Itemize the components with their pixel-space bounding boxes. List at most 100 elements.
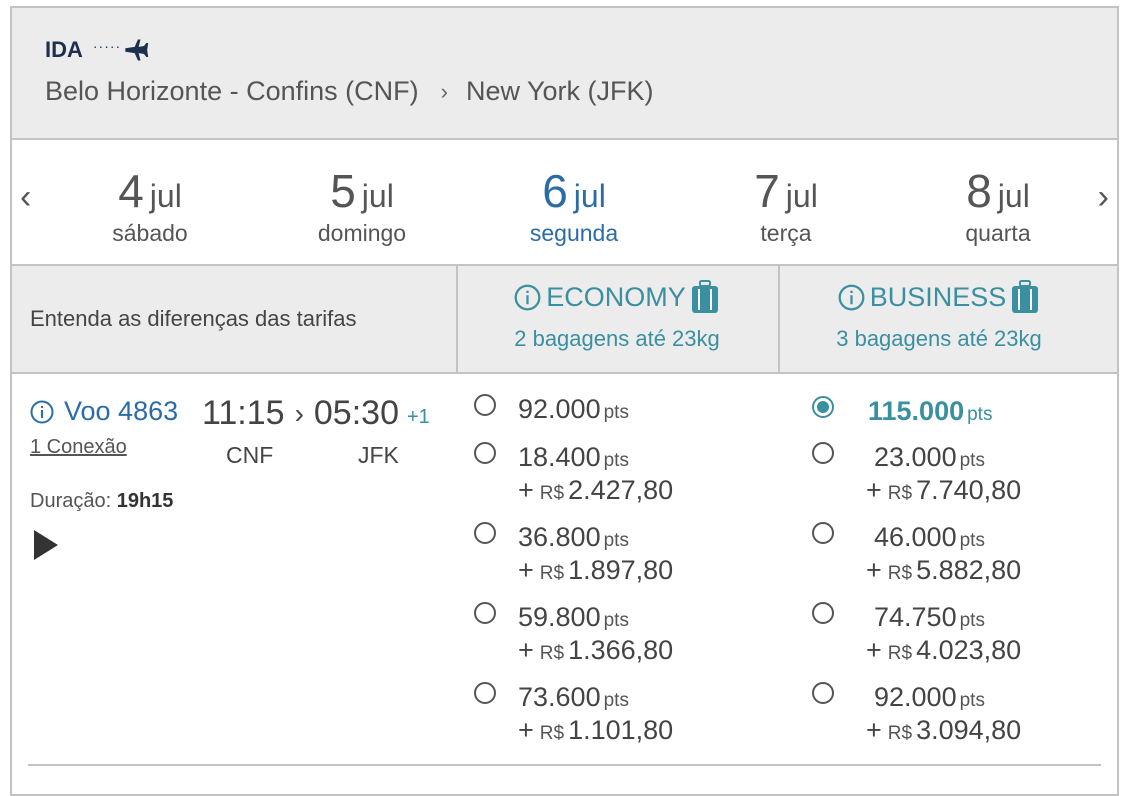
chevron-right-icon: › bbox=[294, 397, 304, 429]
flight-number: Voo 4863 bbox=[64, 396, 179, 426]
option-points: 74.750 bbox=[874, 602, 957, 632]
radio-button[interactable] bbox=[812, 442, 834, 464]
leg-indicator: IDA ····· bbox=[45, 36, 151, 64]
option-points: 23.000 bbox=[874, 442, 957, 472]
destination-city: New York (JFK) bbox=[465, 76, 654, 106]
economy-option[interactable]: 18.400 pts + R$ 2.427,80 bbox=[474, 442, 673, 506]
date-month: jul bbox=[785, 178, 818, 214]
plus-sign: + bbox=[866, 475, 882, 505]
radio-button[interactable] bbox=[474, 602, 496, 624]
prev-date-button[interactable]: ‹ bbox=[20, 180, 31, 214]
origin-city: Belo Horizonte - Confins (CNF) bbox=[45, 76, 419, 106]
economy-option[interactable]: 36.800 pts + R$ 1.897,80 bbox=[474, 522, 673, 586]
business-option[interactable]: 92.000 pts + R$ 3.094,80 bbox=[812, 682, 1021, 746]
flight-times: 11:15 › 05:30 +1 bbox=[202, 394, 430, 433]
leg-label: IDA bbox=[45, 37, 83, 62]
date-day: 4 bbox=[118, 165, 144, 217]
day-offset: +1 bbox=[406, 406, 430, 428]
option-cash: 3.094,80 bbox=[916, 715, 1022, 745]
currency-symbol: R$ bbox=[887, 643, 913, 664]
plus-sign: + bbox=[866, 635, 882, 665]
option-cash: 7.740,80 bbox=[916, 475, 1022, 505]
option-cash: 1.101,80 bbox=[568, 715, 674, 745]
plus-sign: + bbox=[518, 555, 534, 585]
route-header: IDA ····· Belo Horizonte - Confins (CNF)… bbox=[12, 8, 1117, 140]
chevron-right-icon: › bbox=[440, 78, 448, 104]
radio-button-selected[interactable] bbox=[812, 396, 834, 418]
date-day: 5 bbox=[330, 165, 356, 217]
depart-time: 11:15 bbox=[202, 394, 285, 432]
option-points: 18.400 bbox=[518, 442, 601, 472]
option-points: 115.000 bbox=[868, 396, 965, 426]
date-month: jul bbox=[361, 178, 394, 214]
duration-label: Duração: bbox=[30, 490, 112, 512]
arrive-time: 05:30 bbox=[313, 394, 399, 432]
route-line: Belo Horizonte - Confins (CNF) › New Yor… bbox=[45, 76, 654, 107]
economy-cabin-header[interactable]: ECONOMY 2 bagagens até 23kg bbox=[458, 280, 776, 352]
points-unit: pts bbox=[603, 690, 629, 711]
option-cash: 5.882,80 bbox=[916, 555, 1022, 585]
radio-button[interactable] bbox=[474, 394, 496, 416]
info-icon[interactable] bbox=[30, 400, 54, 424]
date-tab-5-jul[interactable]: 5 jul domingo bbox=[282, 164, 442, 247]
currency-symbol: R$ bbox=[539, 643, 565, 664]
economy-option[interactable]: 73.600 pts + R$ 1.101,80 bbox=[474, 682, 673, 746]
info-icon[interactable] bbox=[838, 284, 865, 311]
date-month: jul bbox=[149, 178, 182, 214]
fare-header: Entenda as diferenças das tarifas ECONOM… bbox=[12, 266, 1117, 374]
option-cash: 1.897,80 bbox=[568, 555, 674, 585]
radio-button[interactable] bbox=[812, 682, 834, 704]
option-points: 92.000 bbox=[874, 682, 957, 712]
points-unit: pts bbox=[959, 690, 985, 711]
date-tab-6-jul[interactable]: 6 jul segunda bbox=[494, 164, 654, 247]
business-option[interactable]: 74.750 pts + R$ 4.023,80 bbox=[812, 602, 1021, 666]
date-month: jul bbox=[997, 178, 1030, 214]
flight-row: Voo 4863 1 Conexão Duração: 19h15 11:15 … bbox=[12, 374, 1117, 794]
depart-airport: CNF bbox=[226, 442, 274, 468]
business-option[interactable]: 23.000 pts + R$ 7.740,80 bbox=[812, 442, 1021, 506]
next-date-button[interactable]: › bbox=[1098, 180, 1109, 214]
business-cabin-header[interactable]: BUSINESS 3 bagagens até 23kg bbox=[780, 280, 1098, 352]
option-cash: 1.366,80 bbox=[568, 635, 674, 665]
connections-link[interactable]: 1 Conexão bbox=[30, 436, 127, 459]
points-unit: pts bbox=[959, 610, 985, 631]
radio-button[interactable] bbox=[474, 522, 496, 544]
airplane-icon bbox=[125, 39, 149, 61]
option-points: 92.000 bbox=[518, 394, 601, 424]
option-cash: 4.023,80 bbox=[916, 635, 1022, 665]
points-unit: pts bbox=[603, 610, 629, 631]
fare-differences-link[interactable]: Entenda as diferenças das tarifas bbox=[30, 306, 357, 332]
date-weekday: terça bbox=[760, 220, 812, 246]
date-tab-8-jul[interactable]: 8 jul quarta bbox=[918, 164, 1078, 247]
business-option[interactable]: 46.000 pts + R$ 5.882,80 bbox=[812, 522, 1021, 586]
points-unit: pts bbox=[967, 404, 993, 425]
luggage-icon bbox=[1012, 280, 1039, 313]
currency-symbol: R$ bbox=[887, 483, 913, 504]
plus-sign: + bbox=[518, 635, 534, 665]
duration-value: 19h15 bbox=[116, 490, 174, 512]
date-tab-4-jul[interactable]: 4 jul sábado bbox=[70, 164, 230, 247]
points-unit: pts bbox=[603, 530, 629, 551]
arrive-airport: JFK bbox=[358, 442, 399, 468]
radio-button[interactable] bbox=[474, 442, 496, 464]
points-unit: pts bbox=[603, 450, 629, 471]
radio-button[interactable] bbox=[812, 602, 834, 624]
radio-button[interactable] bbox=[812, 522, 834, 544]
date-tab-7-jul[interactable]: 7 jul terça bbox=[706, 164, 866, 247]
business-bags: 3 bagagens até 23kg bbox=[836, 326, 1042, 351]
points-unit: pts bbox=[959, 530, 985, 551]
points-unit: pts bbox=[959, 450, 985, 471]
flight-number-link[interactable]: Voo 4863 bbox=[30, 396, 178, 427]
plus-sign: + bbox=[866, 555, 882, 585]
date-weekday: segunda bbox=[529, 220, 619, 246]
expand-details-icon[interactable] bbox=[34, 530, 58, 560]
option-points: 73.600 bbox=[518, 682, 601, 712]
economy-option[interactable]: 92.000 pts bbox=[474, 394, 629, 425]
radio-button[interactable] bbox=[474, 682, 496, 704]
date-weekday: sábado bbox=[112, 220, 188, 246]
info-icon[interactable] bbox=[514, 284, 541, 311]
date-day: 7 bbox=[754, 165, 780, 217]
flight-selection-panel: IDA ····· Belo Horizonte - Confins (CNF)… bbox=[10, 6, 1119, 796]
economy-option[interactable]: 59.800 pts + R$ 1.366,80 bbox=[474, 602, 673, 666]
business-option-selected[interactable]: 115.000 pts bbox=[812, 396, 992, 427]
